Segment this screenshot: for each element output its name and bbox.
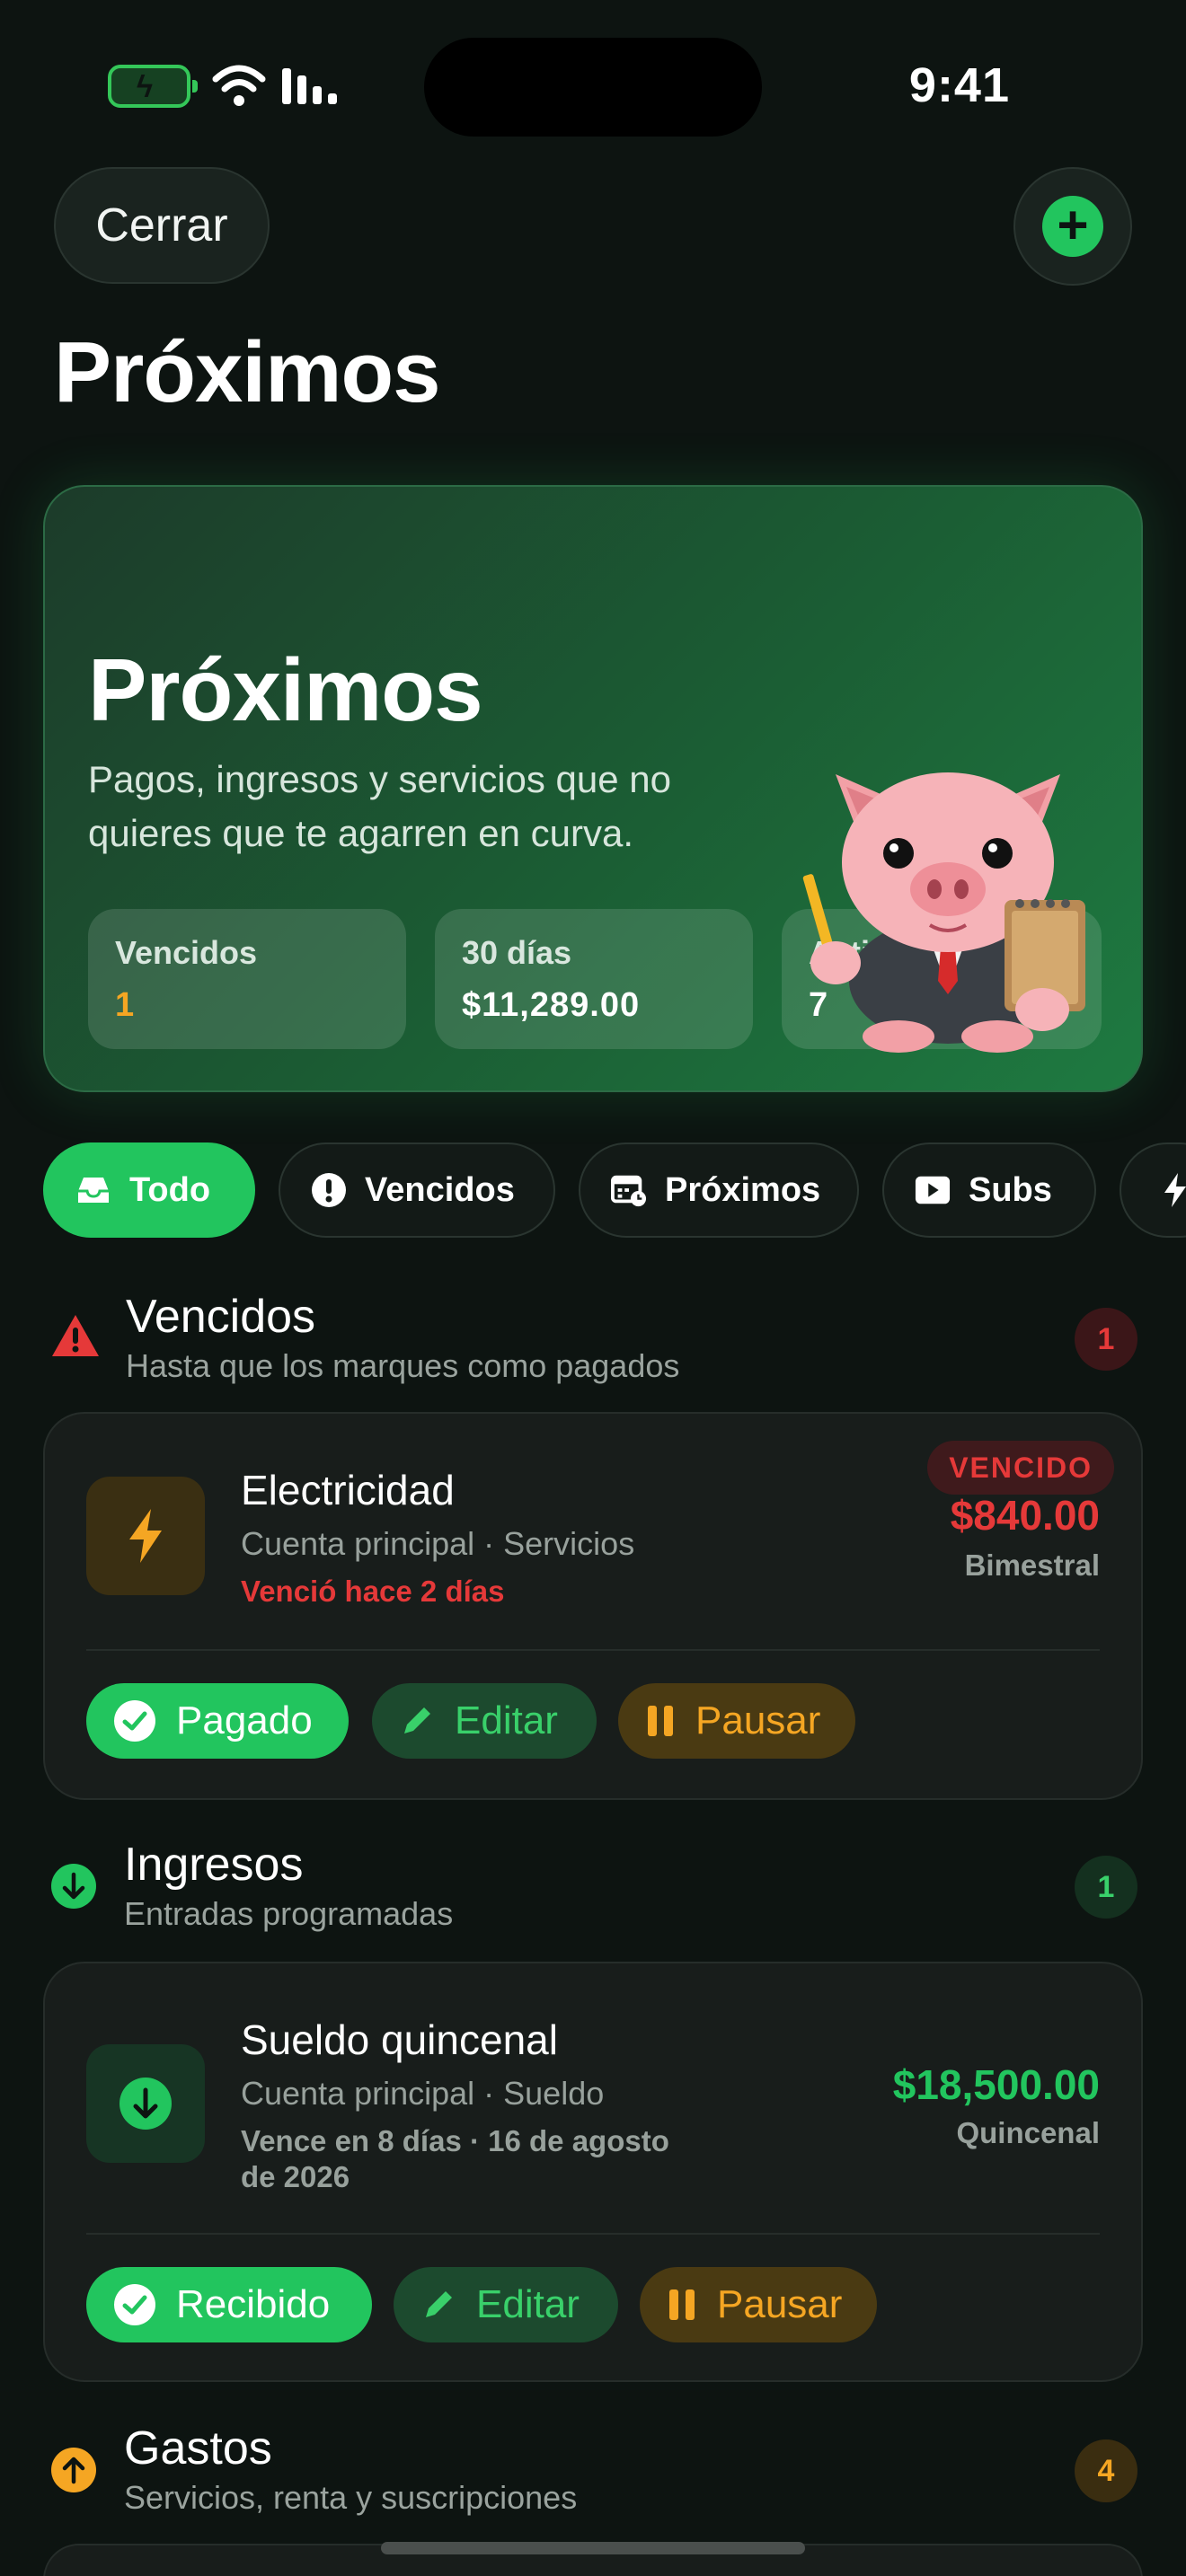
pause-icon (648, 1706, 673, 1736)
divider (86, 1649, 1100, 1651)
battery-charging-icon: ϟ (108, 65, 198, 108)
button-label: Editar (476, 2282, 580, 2326)
item-due: Vence en 8 días · 16 de agosto de 2026 (241, 2123, 669, 2195)
wifi-icon (212, 65, 266, 106)
section-subtitle: Servicios, renta y suscripciones (124, 2479, 578, 2516)
pencil-icon (404, 1707, 430, 1734)
filter-vencidos[interactable]: Vencidos (279, 1142, 555, 1238)
mark-paid-button[interactable]: Pagado (86, 1683, 349, 1759)
item-name: Sueldo quincenal (241, 2016, 558, 2063)
section-header-overdue: Vencidos Hasta que los marques como paga… (50, 1290, 1137, 1389)
filter-subs[interactable]: Subs (882, 1142, 1096, 1238)
upcoming-item-card[interactable]: Sueldo quincenal Cuenta principal · Suel… (43, 1962, 1143, 2382)
section-subtitle: Hasta que los marques como pagados (126, 1347, 680, 1384)
edit-button[interactable]: Editar (394, 2267, 618, 2342)
filter-servicios[interactable] (1120, 1142, 1186, 1238)
hero-title: Próximos (88, 640, 483, 739)
pause-icon (669, 2289, 695, 2320)
item-amount: $840.00 (950, 1492, 1100, 1539)
edit-button[interactable]: Editar (372, 1683, 597, 1759)
item-meta: Cuenta principal · Sueldo (241, 2075, 605, 2112)
item-frequency: Bimestral (964, 1548, 1100, 1582)
mark-received-button[interactable]: Recibido (86, 2267, 372, 2342)
add-button[interactable]: + (1013, 167, 1132, 286)
bolt-icon (1157, 1172, 1186, 1208)
upcoming-item-card[interactable]: Electricidad Cuenta principal · Servicio… (43, 1412, 1143, 1800)
item-icon-tile (86, 2044, 205, 2163)
stat-label: 30 días (462, 934, 572, 971)
filter-todo[interactable]: Todo (43, 1142, 255, 1238)
pencil-icon (426, 2291, 452, 2317)
filter-label: Subs (969, 1170, 1052, 1209)
summary-hero-card: Próximos Pagos, ingresos y servicios que… (43, 485, 1143, 1092)
filter-chips: Todo Vencidos Próximos Subs (43, 1142, 1186, 1239)
play-icon (915, 1172, 951, 1208)
pause-button[interactable]: Pausar (640, 2267, 877, 2342)
button-label: Pausar (695, 1698, 821, 1742)
arrow-down-circle-icon (119, 2078, 172, 2130)
item-due: Venció hace 2 días (241, 1575, 505, 1608)
calendar-clock-icon (611, 1172, 647, 1208)
button-label: Pagado (176, 1698, 313, 1742)
section-title: Ingresos (124, 1839, 304, 1891)
count-badge: 4 (1075, 2439, 1137, 2502)
section-header-income: Ingresos Entradas programadas 1 (50, 1838, 1137, 1936)
item-due-line: Vence en 8 días · 16 de agosto (241, 2124, 669, 2157)
stat-value: 1 (115, 986, 136, 1024)
divider (86, 2233, 1100, 2235)
item-meta: Cuenta principal · Servicios (241, 1525, 635, 1562)
filter-label: Vencidos (365, 1170, 515, 1209)
filter-proximos[interactable]: Próximos (579, 1142, 859, 1238)
stat-30-days: 30 días $11,289.00 (435, 909, 753, 1049)
item-frequency: Quincenal (956, 2116, 1100, 2149)
exclamation-icon (311, 1172, 347, 1208)
checkmark-circle-icon (114, 2284, 155, 2325)
filter-label: Próximos (665, 1170, 821, 1209)
upcoming-screen: ϟ 9:41 Cerrar + Próximos Próximos Pagos,… (0, 0, 1186, 2576)
cellular-signal-icon (282, 68, 337, 104)
pause-button[interactable]: Pausar (618, 1683, 855, 1759)
arrow-down-circle-icon (51, 1864, 96, 1909)
section-title: Gastos (124, 2422, 272, 2475)
hero-subtitle: Pagos, ingresos y servicios que no quier… (88, 758, 672, 854)
item-due-line: de 2026 (241, 2160, 350, 2193)
overdue-badge: VENCIDO (927, 1441, 1114, 1495)
button-label: Pausar (717, 2282, 843, 2326)
tray-icon (75, 1172, 111, 1208)
checkmark-circle-icon (114, 1700, 155, 1742)
item-amount: $18,500.00 (892, 2061, 1100, 2108)
section-header-expenses: Gastos Servicios, renta y suscripciones … (50, 2422, 1137, 2520)
button-label: Editar (455, 1698, 558, 1742)
plus-icon: + (1042, 196, 1103, 257)
stat-value: $11,289.00 (462, 986, 641, 1024)
section-title: Vencidos (126, 1291, 316, 1343)
status-time: 9:41 (908, 58, 1010, 112)
home-indicator[interactable] (381, 2542, 805, 2554)
arrow-up-circle-icon (51, 2448, 96, 2492)
section-subtitle: Entradas programadas (124, 1895, 454, 1932)
bolt-icon (129, 1509, 162, 1563)
pig-mascot-illustration (802, 772, 1085, 1053)
close-button[interactable]: Cerrar (54, 167, 270, 284)
item-name: Electricidad (241, 1467, 455, 1513)
count-badge: 1 (1075, 1856, 1137, 1919)
page-title: Próximos (54, 324, 440, 420)
item-icon-tile (86, 1477, 205, 1595)
stat-overdue: Vencidos 1 (88, 909, 406, 1049)
count-badge: 1 (1075, 1308, 1137, 1371)
stat-label: Vencidos (115, 934, 258, 971)
filter-label: Todo (129, 1170, 211, 1209)
status-bar: ϟ 9:41 (0, 0, 1186, 144)
button-label: Recibido (176, 2282, 331, 2326)
dynamic-island (424, 38, 762, 137)
warning-triangle-icon (52, 1315, 99, 1356)
